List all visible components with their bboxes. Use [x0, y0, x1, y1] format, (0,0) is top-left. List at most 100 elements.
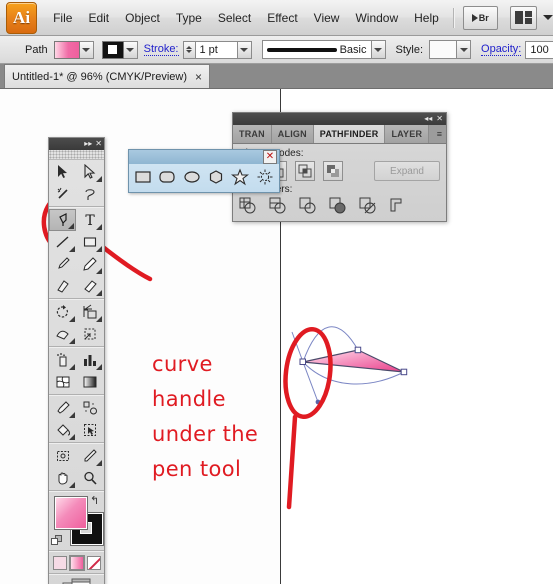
tool-line-segment[interactable]: [49, 231, 76, 253]
go-to-bridge-button[interactable]: Br: [462, 5, 498, 30]
graphic-style-dropdown[interactable]: [457, 40, 472, 59]
tools-panel-titlebar[interactable]: ▸▸ ✕: [49, 138, 104, 150]
fill-color-control[interactable]: [53, 40, 94, 59]
tab-align[interactable]: ALIGN: [271, 125, 314, 143]
menu-edit[interactable]: Edit: [80, 8, 117, 28]
tool-hand[interactable]: [49, 467, 76, 489]
tool-pencil[interactable]: [76, 253, 103, 275]
tool-warp[interactable]: [49, 323, 76, 345]
pathfinder-titlebar[interactable]: ◂◂ ✕: [233, 113, 446, 125]
tool-type[interactable]: T: [76, 209, 103, 231]
menu-object[interactable]: Object: [117, 8, 168, 28]
workspace-switcher-button[interactable]: [509, 5, 537, 30]
tool-eraser[interactable]: [76, 275, 103, 297]
graphic-style-swatch[interactable]: [429, 40, 458, 59]
tool-rotate[interactable]: [49, 301, 76, 323]
tool-gradient[interactable]: [76, 371, 103, 393]
stroke-swatch[interactable]: [101, 40, 124, 59]
menu-type[interactable]: Type: [168, 8, 210, 28]
tool-live-paint-bucket[interactable]: [49, 419, 76, 441]
opacity-label[interactable]: Opacity:: [481, 43, 522, 56]
tool-direct-selection[interactable]: [76, 161, 103, 183]
tools-panel[interactable]: ▸▸ ✕ T ↰: [48, 137, 105, 584]
pathfinder-divide-icon[interactable]: [239, 197, 257, 215]
tool-paintbrush[interactable]: [49, 253, 76, 275]
stroke-weight-stepper[interactable]: [182, 40, 196, 59]
fill-dropdown-button[interactable]: [79, 40, 94, 59]
tab-pathfinder[interactable]: PATHFINDER: [313, 125, 386, 143]
graphic-style-control[interactable]: [429, 40, 472, 59]
tool-column-graph[interactable]: [76, 349, 103, 371]
flyout-polygon-tool[interactable]: [207, 167, 225, 187]
screen-mode-icon[interactable]: [62, 578, 92, 584]
collapse-icon[interactable]: ◂◂: [424, 115, 432, 123]
tools-panel-grip[interactable]: [49, 150, 104, 160]
tool-blend[interactable]: [76, 397, 103, 419]
opacity-value[interactable]: 100: [525, 40, 553, 59]
menu-help[interactable]: Help: [406, 8, 447, 28]
close-icon[interactable]: ✕: [436, 115, 443, 123]
tool-lasso[interactable]: [76, 183, 103, 205]
flyout-star-tool[interactable]: [231, 167, 250, 187]
menu-view[interactable]: View: [306, 8, 348, 28]
document-tab[interactable]: Untitled-1* @ 96% (CMYK/Preview) ×: [4, 64, 211, 88]
tool-free-transform[interactable]: [76, 323, 103, 345]
default-fill-stroke-icon[interactable]: [51, 535, 63, 547]
tab-layers[interactable]: LAYER: [385, 125, 430, 143]
tool-mesh[interactable]: [49, 371, 76, 393]
fill-stroke-cluster[interactable]: ↰: [49, 495, 104, 549]
flyout-rectangle-tool[interactable]: [134, 167, 152, 187]
fill-color-swatch[interactable]: [54, 496, 88, 530]
menu-effect[interactable]: Effect: [259, 8, 305, 28]
tool-selection[interactable]: [49, 161, 76, 183]
menu-window[interactable]: Window: [347, 8, 406, 28]
tool-symbol-sprayer[interactable]: [49, 349, 76, 371]
flyout-ellipse-tool[interactable]: [183, 167, 201, 187]
swap-fill-stroke-icon[interactable]: ↰: [90, 496, 101, 507]
close-icon[interactable]: ✕: [263, 150, 277, 164]
brush-definition-control[interactable]: Basic: [261, 40, 386, 59]
tool-eyedropper[interactable]: [49, 397, 76, 419]
color-mode-button[interactable]: [52, 556, 67, 570]
pathfinder-trim-icon[interactable]: [269, 197, 287, 215]
tool-zoom[interactable]: [76, 467, 103, 489]
tool-pen[interactable]: [49, 209, 76, 231]
tool-blob-brush[interactable]: [49, 275, 76, 297]
close-icon[interactable]: ×: [195, 71, 202, 83]
stroke-weight-dropdown[interactable]: [237, 40, 252, 59]
pathfinder-minus-back-icon[interactable]: [389, 197, 407, 215]
stroke-dropdown-button[interactable]: [123, 40, 138, 59]
expand-button[interactable]: Expand: [374, 161, 440, 181]
gradient-mode-button[interactable]: [68, 555, 85, 571]
stroke-weight-control[interactable]: 1 pt: [182, 40, 252, 59]
tool-scale[interactable]: [76, 301, 103, 323]
tool-magic-wand[interactable]: [49, 183, 76, 205]
workspace-chevron-down-icon[interactable]: [543, 15, 553, 20]
shape-mode-exclude[interactable]: [323, 161, 343, 181]
tool-artboard[interactable]: [49, 445, 76, 467]
collapse-icon[interactable]: ▸▸: [84, 140, 92, 148]
tab-transform[interactable]: TRAN: [233, 125, 272, 143]
menu-select[interactable]: Select: [210, 8, 259, 28]
flyout-flare-tool[interactable]: [256, 167, 274, 187]
tool-live-paint-selection[interactable]: [76, 419, 103, 441]
brush-dropdown[interactable]: [371, 40, 386, 59]
shape-tools-flyout[interactable]: ✕: [128, 149, 280, 193]
pathfinder-crop-icon[interactable]: [329, 197, 347, 215]
shape-flyout-titlebar[interactable]: ✕: [129, 150, 279, 164]
pathfinder-outline-icon[interactable]: [359, 197, 377, 215]
close-icon[interactable]: ✕: [95, 140, 102, 148]
brush-preview[interactable]: Basic: [261, 40, 372, 59]
flyout-rounded-rectangle-tool[interactable]: [158, 167, 176, 187]
panel-menu-icon[interactable]: ≡: [433, 125, 446, 143]
fill-swatch[interactable]: [53, 40, 80, 59]
tool-slice[interactable]: [76, 445, 103, 467]
menu-file[interactable]: File: [45, 8, 80, 28]
canvas-workspace[interactable]: curve handle under the pen tool anchor, …: [0, 89, 553, 584]
stroke-color-control[interactable]: [101, 40, 138, 59]
tool-rectangle[interactable]: [76, 231, 103, 253]
stroke-weight-value[interactable]: 1 pt: [195, 40, 238, 59]
stroke-weight-label[interactable]: Stroke:: [143, 43, 179, 56]
shape-mode-intersect[interactable]: [295, 161, 315, 181]
none-mode-button[interactable]: [86, 556, 101, 570]
